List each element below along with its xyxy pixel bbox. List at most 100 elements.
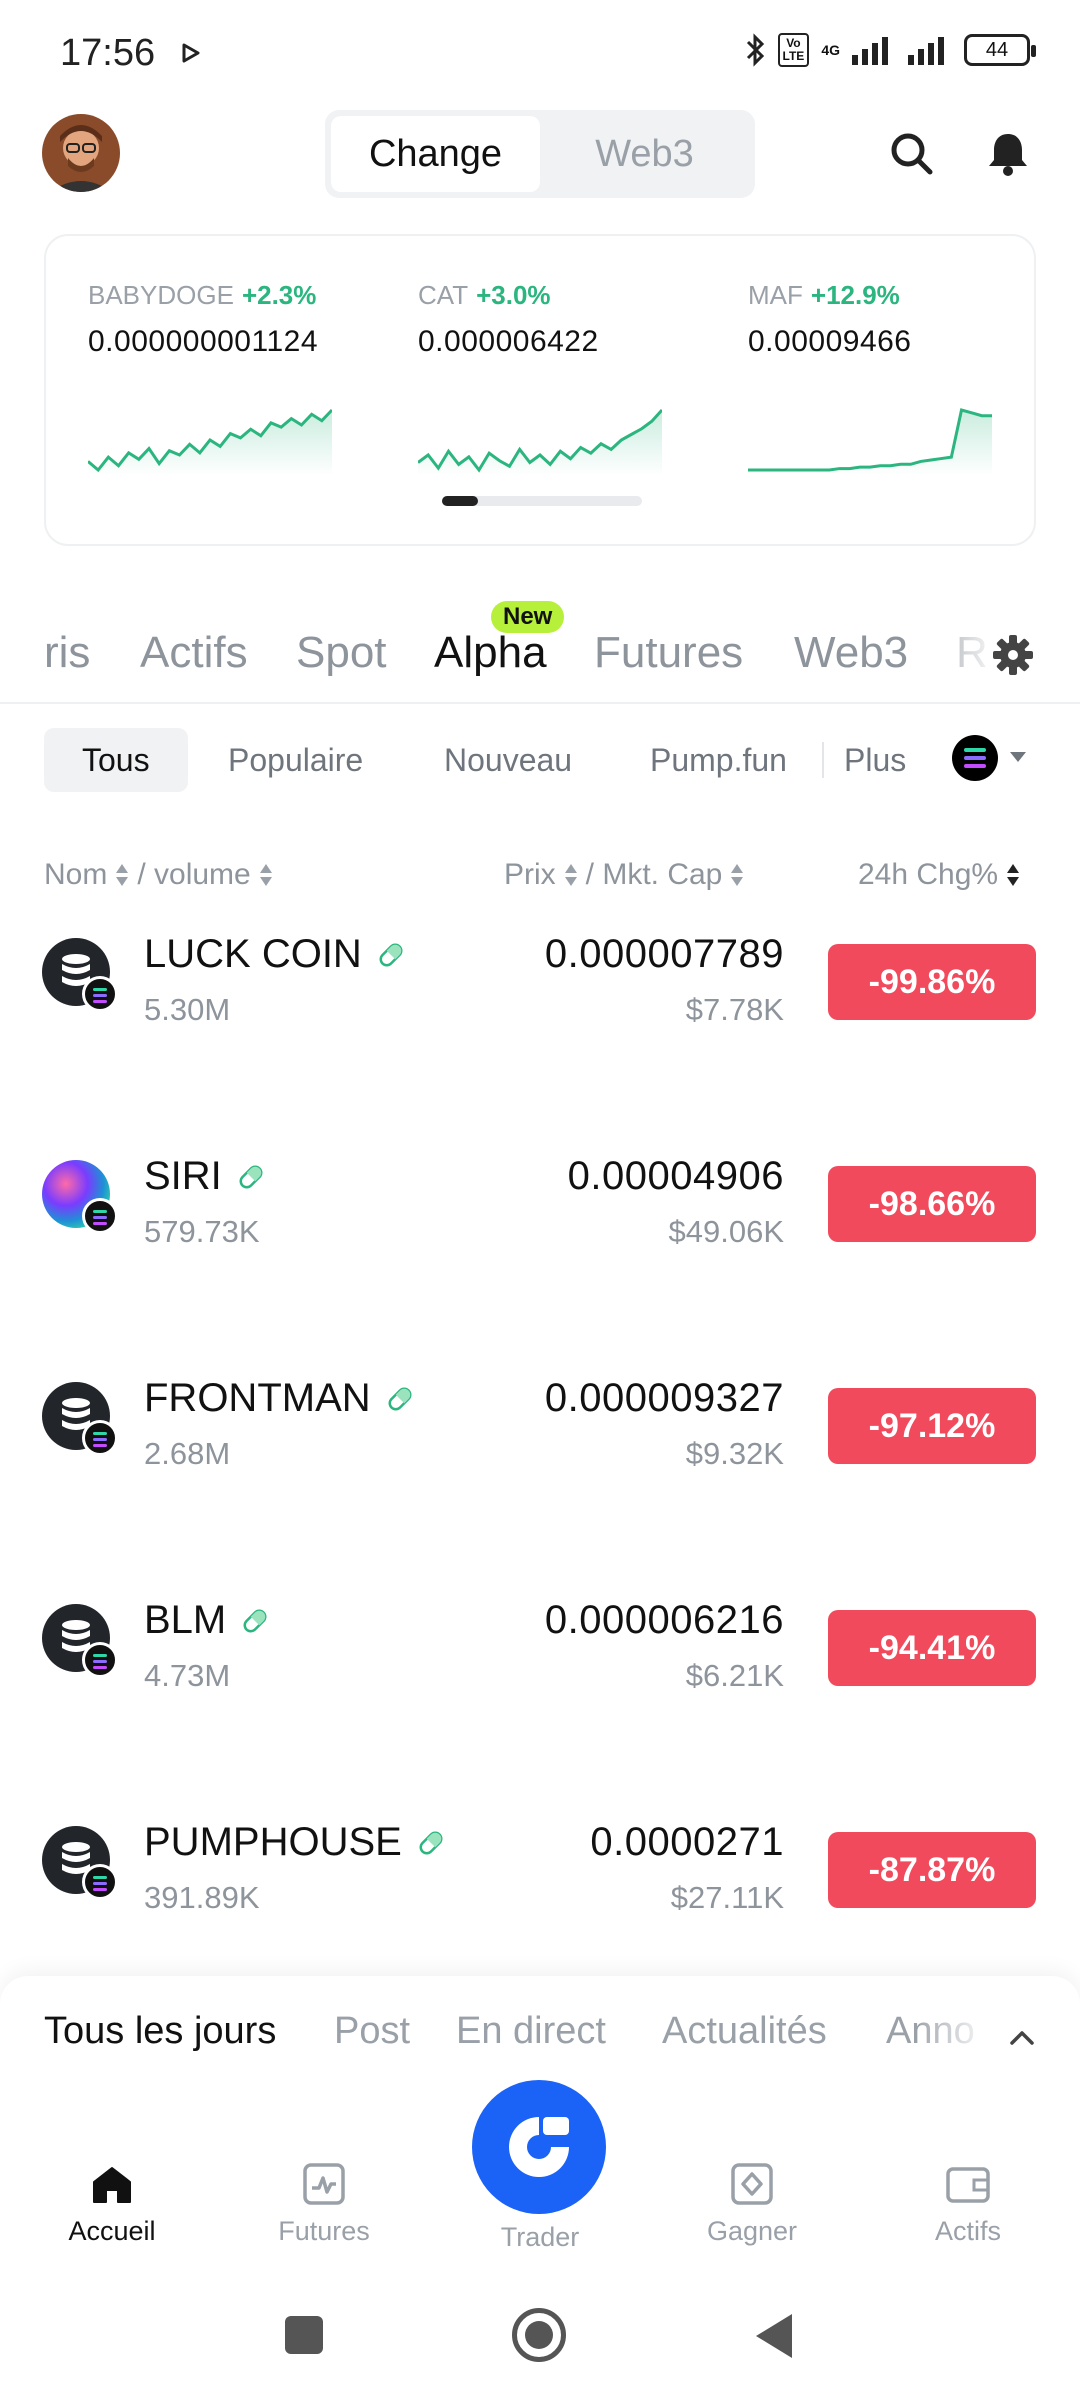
nav-label: Futures <box>278 2216 370 2246</box>
gear-icon[interactable] <box>990 632 1036 678</box>
tab-web3[interactable]: Web3 <box>794 628 908 678</box>
coin-mktcap: $6.21K <box>685 1658 784 1693</box>
coin-name: PUMPHOUSE <box>144 1820 402 1864</box>
exchange-web3-switch[interactable]: Change Web3 <box>325 110 755 198</box>
ticker-scroll-thumb <box>442 496 478 506</box>
filter-plus[interactable]: Plus <box>806 728 944 792</box>
coin-name-wrap: BLM <box>144 1598 270 1643</box>
alpha-pill-icon <box>239 1165 263 1188</box>
play-icon <box>182 43 200 63</box>
filter-tous[interactable]: Tous <box>44 728 188 792</box>
tabs-divider <box>0 702 1080 704</box>
coin-name-wrap: SIRI <box>144 1154 266 1199</box>
nav-assets[interactable]: Actifs <box>888 2160 1048 2247</box>
coin-name: LUCK COIN <box>144 932 362 976</box>
coin-price: 0.000009327 <box>544 1376 784 1420</box>
coin-row[interactable]: FRONTMAN 2.68M 0.000009327 $9.32K -97.12% <box>0 1356 1080 1526</box>
tab-spot[interactable]: Spot <box>296 628 387 678</box>
bluetooth-icon <box>746 33 764 67</box>
coin-volume: 391.89K <box>144 1880 260 1915</box>
feed-tab-daily[interactable]: Tous les jours <box>44 2010 276 2053</box>
ticker-change: +3.0% <box>476 280 551 310</box>
feed-tab-post[interactable]: Post <box>334 2010 410 2053</box>
nav-futures[interactable]: Futures <box>244 2160 404 2247</box>
column-mktcap-label: / Mkt. Cap <box>585 858 723 891</box>
coin-volume: 2.68M <box>144 1436 231 1471</box>
solana-badge-icon <box>82 1864 118 1900</box>
ticker-item[interactable]: MAF +12.9% 0.00009466 <box>748 280 998 359</box>
nav-earn[interactable]: Gagner <box>672 2160 832 2247</box>
sort-icon <box>1006 863 1020 887</box>
earn-icon <box>731 2163 773 2205</box>
change-badge[interactable]: -87.87% <box>828 1832 1036 1908</box>
segment-change[interactable]: Change <box>331 116 540 192</box>
ticker-item[interactable]: CAT +3.0% 0.000006422 <box>418 280 668 359</box>
tab-actifs[interactable]: Actifs <box>140 628 248 678</box>
chevron-down-icon[interactable] <box>1010 752 1026 762</box>
coin-volume: 4.73M <box>144 1658 231 1693</box>
column-volume-label: / volume <box>137 858 251 891</box>
feed-tab-news[interactable]: Actualités <box>662 2010 827 2053</box>
bell-icon[interactable] <box>982 128 1034 180</box>
filter-pumpfun[interactable]: Pump.fun <box>612 728 825 792</box>
ticker-scroll-indicator <box>442 496 642 506</box>
search-icon[interactable] <box>886 128 938 180</box>
coin-row[interactable]: BLM 4.73M 0.000006216 $6.21K -94.41% <box>0 1578 1080 1748</box>
change-badge[interactable]: -97.12% <box>828 1388 1036 1464</box>
filter-populaire[interactable]: Populaire <box>190 728 401 792</box>
sparkline-area <box>418 410 662 476</box>
home-button[interactable] <box>512 2308 566 2362</box>
column-header-name[interactable]: Nom / volume <box>44 858 273 892</box>
ticker-symbol: MAF <box>748 280 803 310</box>
wallet-icon <box>946 2167 990 2203</box>
segment-web3[interactable]: Web3 <box>540 116 749 192</box>
column-header-change[interactable]: 24h Chg% <box>858 858 1020 892</box>
trade-logo-icon <box>509 2117 569 2177</box>
nav-label: Actifs <box>934 2216 1001 2246</box>
status-time: 17:56 <box>60 32 156 74</box>
solana-chain-icon[interactable] <box>952 735 998 781</box>
ticker-item[interactable]: BABYDOGE +2.3% 0.000000001124 <box>88 280 338 359</box>
trade-button[interactable] <box>472 2080 606 2214</box>
battery-icon: 44 <box>964 34 1036 66</box>
coin-row[interactable]: SIRI 579.73K 0.00004906 $49.06K -98.66% <box>0 1134 1080 1304</box>
change-badge[interactable]: -98.66% <box>828 1166 1036 1242</box>
ticker-price: 0.000006422 <box>418 325 599 358</box>
back-button[interactable] <box>756 2314 792 2358</box>
solana-badge-icon <box>82 1420 118 1456</box>
feed-fade <box>920 1990 990 2070</box>
recent-apps-button[interactable] <box>285 2316 323 2354</box>
coin-name-wrap: LUCK COIN <box>144 932 406 977</box>
feed-tab-live[interactable]: En direct <box>456 2010 606 2053</box>
futures-chart-icon <box>303 2163 345 2205</box>
tab-favoris[interactable]: ris <box>44 628 90 678</box>
column-price-label: Prix <box>504 858 556 891</box>
coin-mktcap: $9.32K <box>685 1436 784 1471</box>
ticker-symbol: BABYDOGE <box>88 280 234 310</box>
tab-futures[interactable]: Futures <box>594 628 743 678</box>
avatar[interactable] <box>42 114 120 192</box>
new-badge: New <box>491 601 565 633</box>
ticker-symbol: CAT <box>418 280 469 310</box>
coin-mktcap: $49.06K <box>668 1214 785 1249</box>
tab-alpha[interactable]: Alpha <box>434 628 547 678</box>
chevron-up-icon[interactable] <box>1008 2024 1036 2052</box>
nav-home[interactable]: Accueil <box>32 2160 192 2247</box>
filter-nouveau[interactable]: Nouveau <box>406 728 610 792</box>
column-header-price[interactable]: Prix / Mkt. Cap <box>504 858 744 892</box>
coin-name: SIRI <box>144 1154 222 1198</box>
ticker-price: 0.000000001124 <box>88 325 319 358</box>
coin-row[interactable]: LUCK COIN 5.30M 0.000007789 $7.78K -99.86% <box>0 912 1080 1082</box>
coin-volume: 579.73K <box>144 1214 260 1249</box>
alpha-pill-icon <box>243 1609 267 1632</box>
coin-name: BLM <box>144 1598 227 1642</box>
coin-row[interactable]: PUMPHOUSE 391.89K 0.0000271 $27.11K -87.87% <box>0 1800 1080 1970</box>
coin-name: FRONTMAN <box>144 1376 371 1420</box>
sparkline-2 <box>748 408 992 476</box>
change-badge[interactable]: -99.86% <box>828 944 1036 1020</box>
coin-volume: 5.30M <box>144 992 231 1027</box>
sort-icon <box>259 863 273 887</box>
volte-indicator: Vo LTE <box>777 33 810 67</box>
change-badge[interactable]: -94.41% <box>828 1610 1036 1686</box>
sort-icon <box>564 863 578 887</box>
